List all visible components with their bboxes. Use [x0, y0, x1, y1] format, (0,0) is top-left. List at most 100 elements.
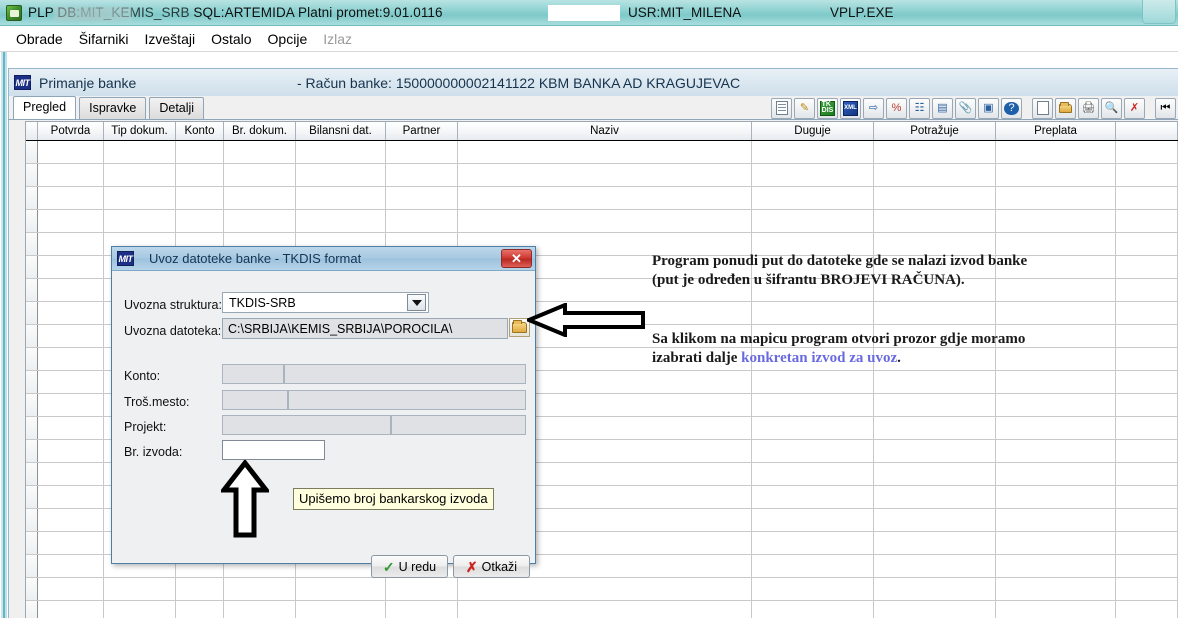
table-cell[interactable] — [996, 141, 1116, 163]
table-cell[interactable] — [1116, 394, 1178, 416]
table-cell[interactable] — [752, 394, 874, 416]
table-cell[interactable] — [296, 210, 386, 232]
table-cell[interactable] — [996, 601, 1116, 618]
table-cell[interactable] — [996, 371, 1116, 393]
table-cell[interactable] — [996, 302, 1116, 324]
row-header-cell[interactable] — [26, 164, 38, 186]
konto-name-input[interactable] — [284, 364, 526, 384]
search-zoom-icon[interactable]: 🔍 — [1101, 97, 1122, 119]
table-cell[interactable] — [38, 233, 104, 255]
row-header-cell[interactable] — [26, 509, 38, 531]
table-cell[interactable] — [104, 187, 176, 209]
table-cell[interactable] — [104, 164, 176, 186]
table-cell[interactable] — [38, 486, 104, 508]
grid-column-header[interactable] — [1116, 122, 1178, 140]
table-cell[interactable] — [1116, 233, 1178, 255]
table-cell[interactable] — [176, 164, 224, 186]
table-cell[interactable] — [38, 187, 104, 209]
table-cell[interactable] — [1116, 187, 1178, 209]
table-cell[interactable] — [458, 601, 752, 618]
transfer-icon[interactable]: ⇨ — [863, 97, 884, 119]
table-cell[interactable] — [38, 141, 104, 163]
table-cell[interactable] — [38, 256, 104, 278]
table-cell[interactable] — [296, 141, 386, 163]
grid-column-header[interactable]: Partner — [386, 122, 458, 140]
menu-item-izvestaji[interactable]: Izveštaji — [137, 29, 204, 49]
table-cell[interactable] — [458, 210, 752, 232]
table-cell[interactable] — [38, 555, 104, 577]
table-cell[interactable] — [386, 187, 458, 209]
table-cell[interactable] — [104, 578, 176, 600]
tros-mesto-code-input[interactable] — [222, 390, 288, 410]
table-cell[interactable] — [386, 578, 458, 600]
table-cell[interactable] — [38, 463, 104, 485]
table-cell[interactable] — [996, 463, 1116, 485]
table-cell[interactable] — [1116, 164, 1178, 186]
xml-import-icon[interactable]: XML — [840, 97, 861, 119]
table-cell[interactable] — [874, 440, 996, 462]
close-icon[interactable]: ✕ — [501, 249, 532, 268]
table-cell[interactable] — [1116, 509, 1178, 531]
menu-item-ostalo[interactable]: Ostalo — [203, 29, 259, 49]
table-cell[interactable] — [1116, 302, 1178, 324]
help-icon[interactable]: ? — [1001, 97, 1022, 119]
table-cell[interactable] — [1116, 532, 1178, 554]
table-cell[interactable] — [386, 210, 458, 232]
table-cell[interactable] — [38, 440, 104, 462]
table-cell[interactable] — [874, 532, 996, 554]
row-header-cell[interactable] — [26, 532, 38, 554]
row-header-cell[interactable] — [26, 302, 38, 324]
table-cell[interactable] — [104, 210, 176, 232]
table-cell[interactable] — [996, 555, 1116, 577]
table-cell[interactable] — [752, 601, 874, 618]
row-header-cell[interactable] — [26, 394, 38, 416]
table-row[interactable] — [26, 601, 1178, 618]
row-header-cell[interactable] — [26, 325, 38, 347]
grid-column-header[interactable]: Tip dokum. — [104, 122, 176, 140]
tab-pregled[interactable]: Pregled — [13, 96, 77, 119]
row-header-cell[interactable] — [26, 371, 38, 393]
table-cell[interactable] — [224, 601, 296, 618]
table-cell[interactable] — [224, 578, 296, 600]
ok-button[interactable]: ✓ U redu — [371, 555, 448, 578]
table-cell[interactable] — [996, 417, 1116, 439]
window-controls-button[interactable] — [1142, 0, 1176, 24]
table-cell[interactable] — [38, 371, 104, 393]
table-cell[interactable] — [296, 164, 386, 186]
table-row[interactable] — [26, 164, 1178, 187]
table-cell[interactable] — [874, 555, 996, 577]
table-cell[interactable] — [752, 555, 874, 577]
table-cell[interactable] — [752, 210, 874, 232]
table-cell[interactable] — [1116, 555, 1178, 577]
tkdis-import-icon[interactable]: TK DIS — [817, 97, 838, 119]
table-cell[interactable] — [874, 302, 996, 324]
edit-pencil-icon[interactable]: ✎ — [794, 97, 815, 119]
table-cell[interactable] — [996, 440, 1116, 462]
table-cell[interactable] — [874, 486, 996, 508]
table-cell[interactable] — [38, 578, 104, 600]
table-cell[interactable] — [386, 164, 458, 186]
table-cell[interactable] — [38, 164, 104, 186]
table-cell[interactable] — [874, 601, 996, 618]
table-cell[interactable] — [874, 210, 996, 232]
table-cell[interactable] — [874, 141, 996, 163]
table-cell[interactable] — [996, 532, 1116, 554]
menu-item-izlaz[interactable]: Izlaz — [315, 29, 360, 49]
new-icon[interactable] — [1032, 97, 1053, 119]
uvozna-struktura-combo[interactable]: TKDIS-SRB — [222, 292, 429, 313]
table-row[interactable] — [26, 210, 1178, 233]
table-cell[interactable] — [1116, 371, 1178, 393]
menu-item-obrade[interactable]: Obrade — [8, 29, 71, 49]
table-cell[interactable] — [752, 532, 874, 554]
table-cell[interactable] — [996, 187, 1116, 209]
row-header-cell[interactable] — [26, 486, 38, 508]
table-cell[interactable] — [38, 348, 104, 370]
grid-column-header[interactable]: Preplata — [996, 122, 1116, 140]
row-header-cell[interactable] — [26, 463, 38, 485]
row-header-cell[interactable] — [26, 141, 38, 163]
table-cell[interactable] — [386, 601, 458, 618]
table-cell[interactable] — [752, 578, 874, 600]
table-cell[interactable] — [296, 578, 386, 600]
table-cell[interactable] — [224, 141, 296, 163]
table-cell[interactable] — [1116, 141, 1178, 163]
